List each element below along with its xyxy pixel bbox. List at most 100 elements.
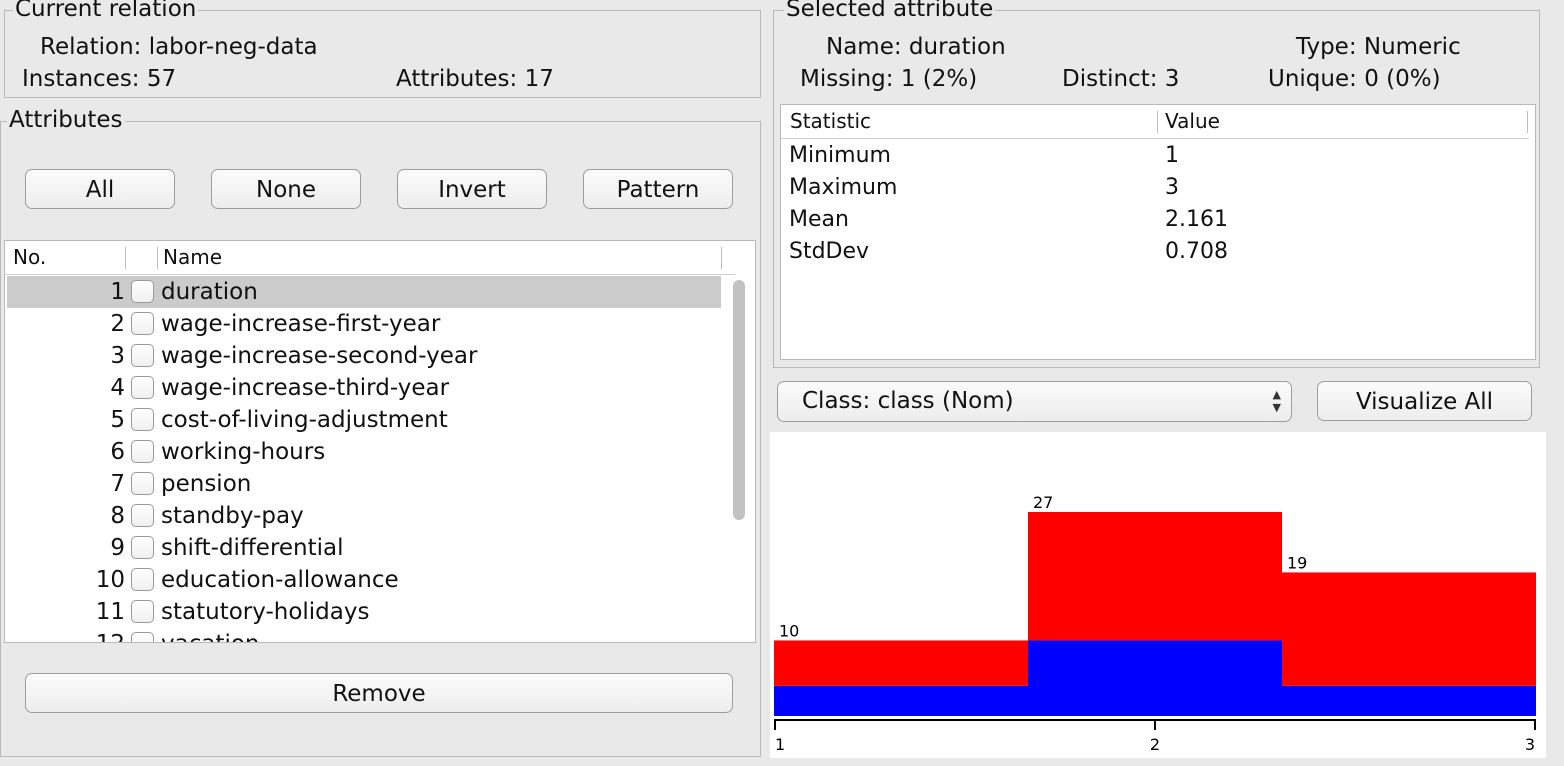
attribute-row[interactable]: 1 duration <box>7 276 721 308</box>
column-header-name[interactable]: Name <box>163 241 222 274</box>
attribute-number: 5 <box>110 407 125 433</box>
attribute-name-label: Name: duration <box>826 34 1006 60</box>
attribute-number: 8 <box>110 503 125 529</box>
attribute-row[interactable]: 5 cost-of-living-adjustment <box>7 404 721 436</box>
select-all-button[interactable]: All <box>25 169 175 209</box>
statistics-table: Statistic Value Minimum 1 Maximum 3 Mean… <box>780 104 1536 360</box>
statistic-name: Mean <box>789 207 849 232</box>
statistic-row[interactable]: Mean 2.161 <box>789 204 1489 236</box>
attribute-checkbox[interactable] <box>131 440 154 463</box>
statistic-name: Maximum <box>789 175 898 200</box>
class-select-value: Class: class (Nom) <box>802 388 1014 414</box>
histogram-bar-label: 10 <box>779 621 799 640</box>
attribute-row[interactable]: 9 shift-differential <box>7 532 721 564</box>
attribute-name: wage-increase-first-year <box>161 311 441 337</box>
select-none-button[interactable]: None <box>211 169 361 209</box>
histogram-x-tick-label: 3 <box>1525 735 1535 754</box>
class-select[interactable]: Class: class (Nom) ▲ ▼ <box>777 381 1292 422</box>
column-header-value[interactable]: Value <box>1165 105 1220 138</box>
attribute-checkbox[interactable] <box>131 504 154 527</box>
statistic-value: 1 <box>1165 143 1179 168</box>
statistic-value: 2.161 <box>1165 207 1228 232</box>
histogram-bar-label: 19 <box>1287 553 1307 572</box>
attribute-checkbox[interactable] <box>131 280 154 303</box>
attribute-number: 9 <box>110 535 125 561</box>
attributes-title: Attributes <box>7 106 125 134</box>
attribute-name: cost-of-living-adjustment <box>161 407 448 433</box>
distinct-values-label: Distinct: 3 <box>1062 66 1180 92</box>
statistic-value: 0.708 <box>1165 239 1228 264</box>
column-separator <box>1157 111 1158 133</box>
attribute-name: duration <box>161 279 258 305</box>
attribute-name: pension <box>161 471 252 497</box>
attribute-checkbox[interactable] <box>131 600 154 623</box>
attribute-name: wage-increase-third-year <box>161 375 450 401</box>
attribute-checkbox[interactable] <box>131 376 154 399</box>
statistics-table-header: Statistic Value <box>781 105 1529 139</box>
histogram-area: 10 27 19 1 2 3 <box>770 432 1546 758</box>
attributes-table: No. Name 1 duration 2 wage-increase-firs… <box>4 240 756 643</box>
attribute-row[interactable]: 6 working-hours <box>7 436 721 468</box>
histogram-bar-segment <box>774 685 1028 716</box>
attribute-row[interactable]: 7 pension <box>7 468 721 500</box>
attribute-number: 6 <box>110 439 125 465</box>
attribute-checkbox[interactable] <box>131 632 154 642</box>
attribute-row[interactable]: 4 wage-increase-third-year <box>7 372 721 404</box>
attribute-name: education-allowance <box>161 567 399 593</box>
statistic-row[interactable]: Minimum 1 <box>789 140 1489 172</box>
attribute-checkbox[interactable] <box>131 568 154 591</box>
histogram-x-tick-label: 2 <box>1150 735 1160 754</box>
attribute-name: wage-increase-second-year <box>161 343 478 369</box>
histogram-x-tick-label: 1 <box>775 735 785 754</box>
attribute-name: working-hours <box>161 439 326 465</box>
attribute-row[interactable]: 2 wage-increase-first-year <box>7 308 721 340</box>
instances-count: Instances: 57 <box>22 66 177 92</box>
histogram-bar-segment <box>1028 512 1282 641</box>
histogram-bar-segment <box>1028 640 1282 716</box>
histogram-chart: 10 27 19 1 2 3 <box>774 493 1536 754</box>
attributes-scrollbar[interactable] <box>731 277 747 641</box>
attribute-number: 7 <box>110 471 125 497</box>
attribute-number: 10 <box>95 567 125 593</box>
attribute-number: 2 <box>110 311 125 337</box>
statistic-name: StdDev <box>789 239 870 264</box>
attribute-name: shift-differential <box>161 535 344 561</box>
column-separator <box>1527 111 1528 133</box>
column-header-no[interactable]: No. <box>13 241 46 274</box>
attribute-name: statutory-holidays <box>161 599 370 625</box>
column-separator <box>157 247 158 269</box>
attribute-row[interactable]: 12 vacation <box>7 628 721 642</box>
current-relation-title: Current relation <box>13 0 199 23</box>
attribute-checkbox[interactable] <box>131 472 154 495</box>
visualize-all-button[interactable]: Visualize All <box>1317 381 1532 421</box>
attribute-checkbox[interactable] <box>131 344 154 367</box>
attribute-number: 12 <box>7 628 125 642</box>
remove-button[interactable]: Remove <box>25 673 733 713</box>
statistic-row[interactable]: Maximum 3 <box>789 172 1489 204</box>
histogram-bar-segment <box>1282 572 1536 686</box>
histogram-bar-label: 27 <box>1033 493 1053 512</box>
attributes-table-header: No. Name <box>5 241 735 275</box>
attribute-row[interactable]: 10 education-allowance <box>7 564 721 596</box>
column-header-statistic[interactable]: Statistic <box>790 105 871 138</box>
attribute-checkbox[interactable] <box>131 536 154 559</box>
attributes-count: Attributes: 17 <box>396 66 554 92</box>
attribute-row[interactable]: 3 wage-increase-second-year <box>7 340 721 372</box>
attribute-row[interactable]: 8 standby-pay <box>7 500 721 532</box>
scrollbar-thumb[interactable] <box>733 280 745 520</box>
relation-name: Relation: labor-neg-data <box>40 34 318 60</box>
select-arrows-icon: ▲ ▼ <box>1272 388 1281 414</box>
pattern-select-button[interactable]: Pattern <box>583 169 733 209</box>
histogram-bar-segment <box>1282 685 1536 716</box>
attribute-name: standby-pay <box>161 503 304 529</box>
selected-attribute-title: Selected attribute <box>784 0 996 23</box>
invert-selection-button[interactable]: Invert <box>397 169 547 209</box>
attribute-checkbox[interactable] <box>131 312 154 335</box>
unique-values-label: Unique: 0 (0%) <box>1268 66 1441 92</box>
statistic-name: Minimum <box>789 143 891 168</box>
attribute-row[interactable]: 11 statutory-holidays <box>7 596 721 628</box>
attribute-checkbox[interactable] <box>131 408 154 431</box>
column-separator <box>125 247 126 269</box>
statistic-row[interactable]: StdDev 0.708 <box>789 236 1489 268</box>
attribute-name: vacation <box>161 628 260 642</box>
